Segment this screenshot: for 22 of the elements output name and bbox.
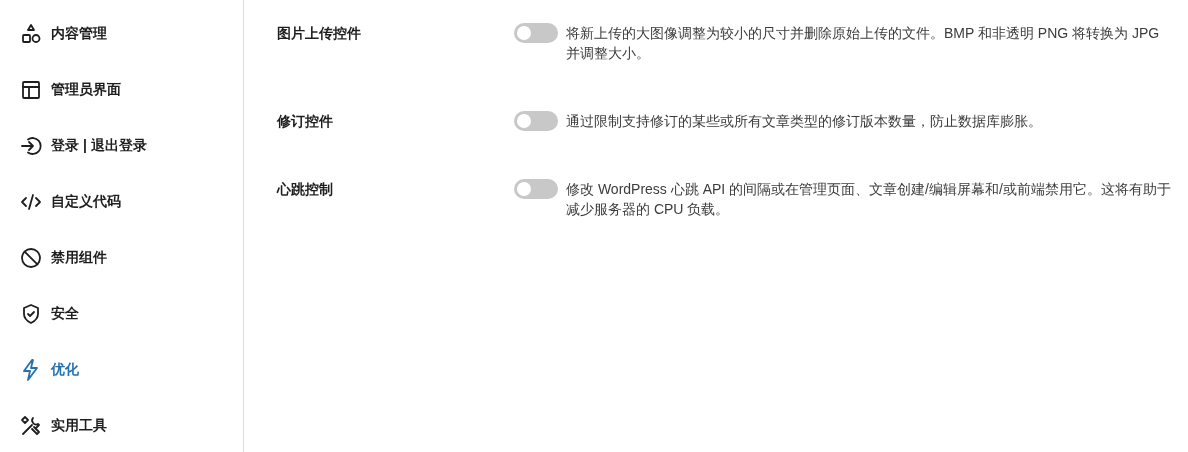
setting-label: 图片上传控件 (277, 24, 362, 43)
sidebar-item[interactable]: 登录 | 退出登录 (0, 122, 243, 170)
layout-icon (19, 78, 43, 102)
toggle-switch[interactable] (514, 111, 558, 131)
toggle-switch[interactable] (514, 23, 558, 43)
setting-description: 将新上传的大图像调整为较小的尺寸并删除原始上传的文件。BMP 和非透明 PNG 将转换为 JPG 并调整大小。 (566, 24, 1161, 63)
setting-label: 修订控件 (277, 112, 334, 131)
sidebar-item[interactable]: 管理员界面 (0, 66, 243, 114)
setting-description: 修改 WordPress 心跳 API 的间隔或在管理页面、文章创建/编辑屏幕和/或前端禁用它。这将有助于减少服务器的 CPU 负载。 (566, 180, 1172, 219)
setting-description: 通过限制支持修订的某些或所有文章类型的修订版本数量，防止数据库膨胀。 (566, 112, 1043, 131)
sidebar-item[interactable]: 实用工具 (0, 402, 243, 450)
login-icon (19, 134, 43, 158)
sidebar-item[interactable]: 安全 (0, 290, 243, 338)
tools-icon (19, 414, 43, 438)
setting-label: 心跳控制 (277, 180, 334, 199)
sidebar-item[interactable]: 优化 (0, 346, 243, 394)
toggle-switch[interactable] (514, 179, 558, 199)
shapes-icon (19, 22, 43, 46)
sidebar-item[interactable]: 内容管理 (0, 10, 243, 58)
sidebar-item[interactable]: 自定义代码 (0, 178, 243, 226)
block-icon (19, 246, 43, 270)
sidebar-item[interactable]: 禁用组件 (0, 234, 243, 282)
